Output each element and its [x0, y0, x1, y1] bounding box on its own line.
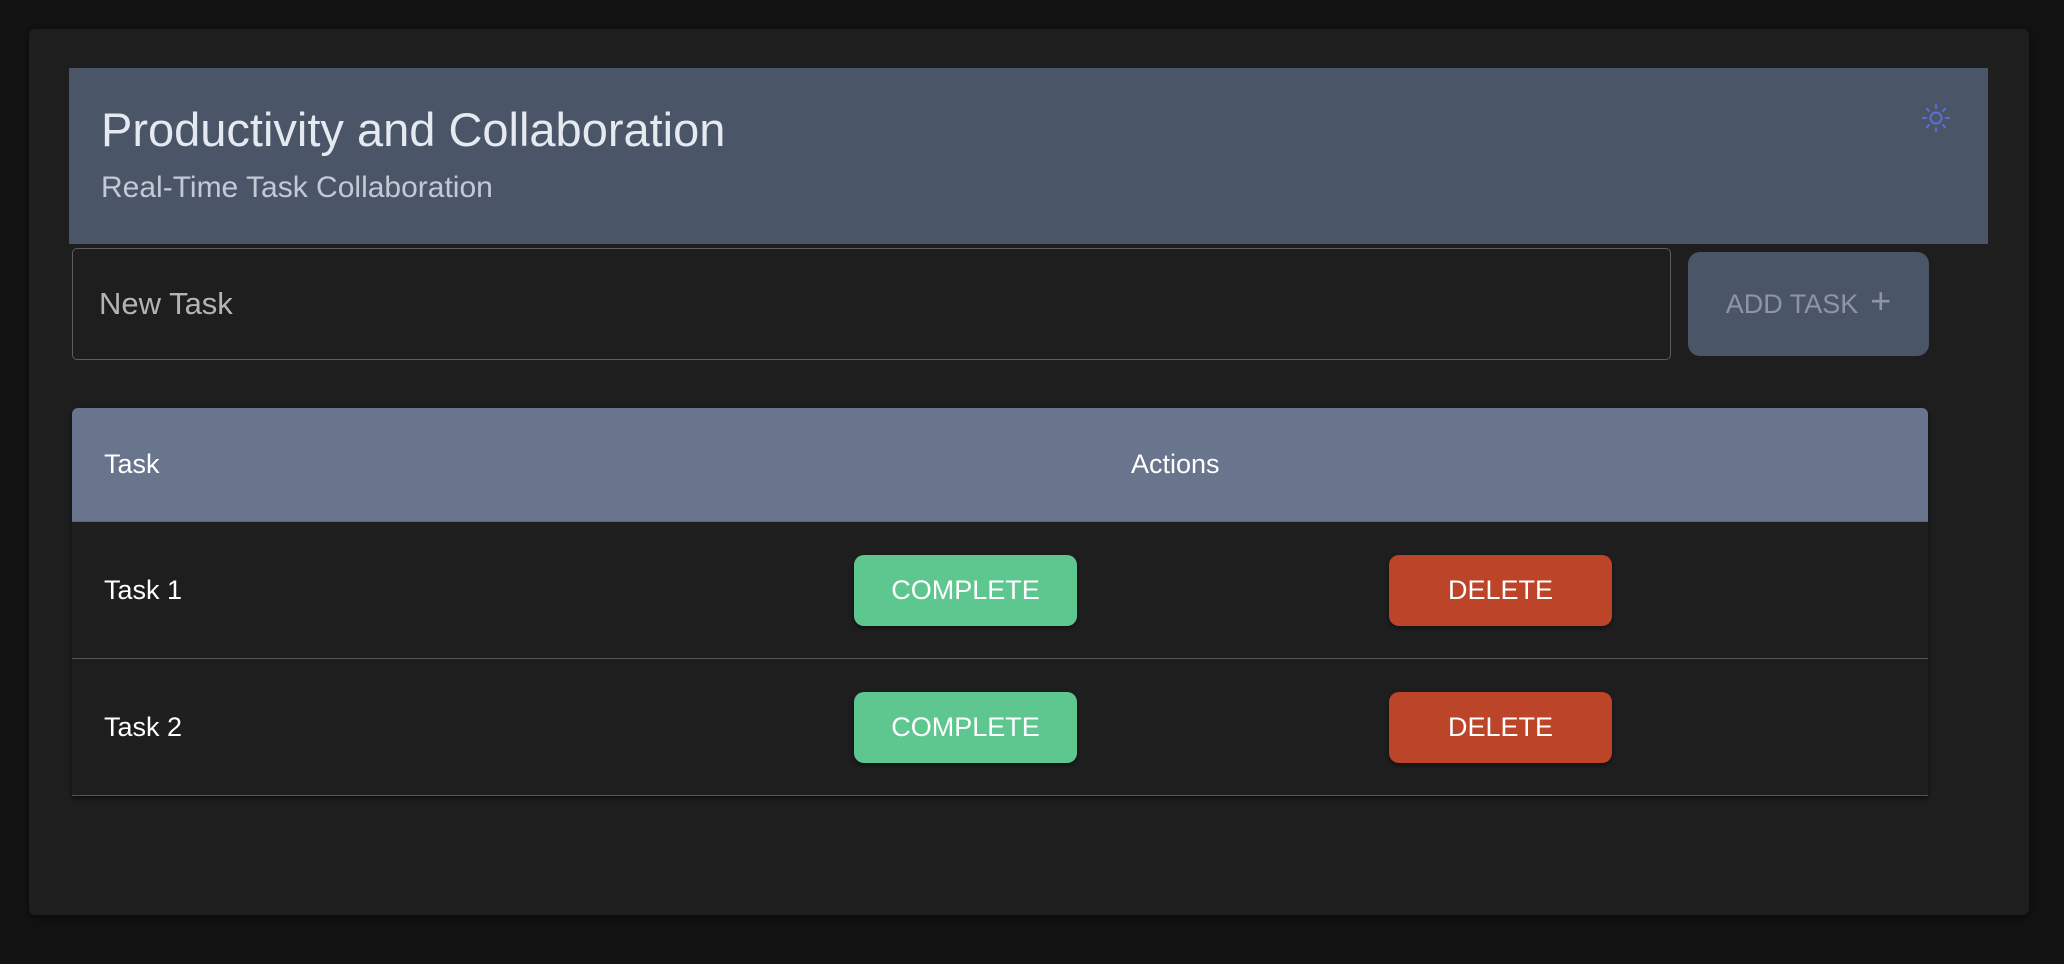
app-header: Productivity and Collaboration Real-Time…: [69, 68, 1988, 244]
complete-button[interactable]: COMPLETE: [854, 555, 1077, 626]
page-subtitle: Real-Time Task Collaboration: [101, 171, 493, 204]
complete-button[interactable]: COMPLETE: [854, 692, 1077, 763]
new-task-input[interactable]: [72, 248, 1671, 360]
delete-button[interactable]: DELETE: [1389, 692, 1612, 763]
add-task-label: ADD TASK: [1725, 288, 1859, 319]
delete-button[interactable]: DELETE: [1389, 555, 1612, 626]
table-row: Task 2 COMPLETE DELETE: [72, 659, 1928, 796]
task-name: Task 2: [104, 712, 183, 742]
task-table: Task Actions Task 1 COMPLETE DELETE Task…: [72, 408, 1928, 796]
table-header: Task Actions: [72, 408, 1928, 522]
column-header-actions: Actions: [1131, 449, 1220, 479]
plus-icon: +: [1870, 280, 1892, 321]
column-header-task: Task: [104, 449, 160, 479]
task-name: Task 1: [104, 575, 183, 605]
table-row: Task 1 COMPLETE DELETE: [72, 522, 1928, 659]
theme-toggle-button[interactable]: [1916, 98, 1956, 138]
page-title: Productivity and Collaboration: [101, 103, 726, 156]
sun-icon: [1922, 104, 1950, 132]
add-task-button[interactable]: ADD TASK +: [1688, 252, 1929, 356]
